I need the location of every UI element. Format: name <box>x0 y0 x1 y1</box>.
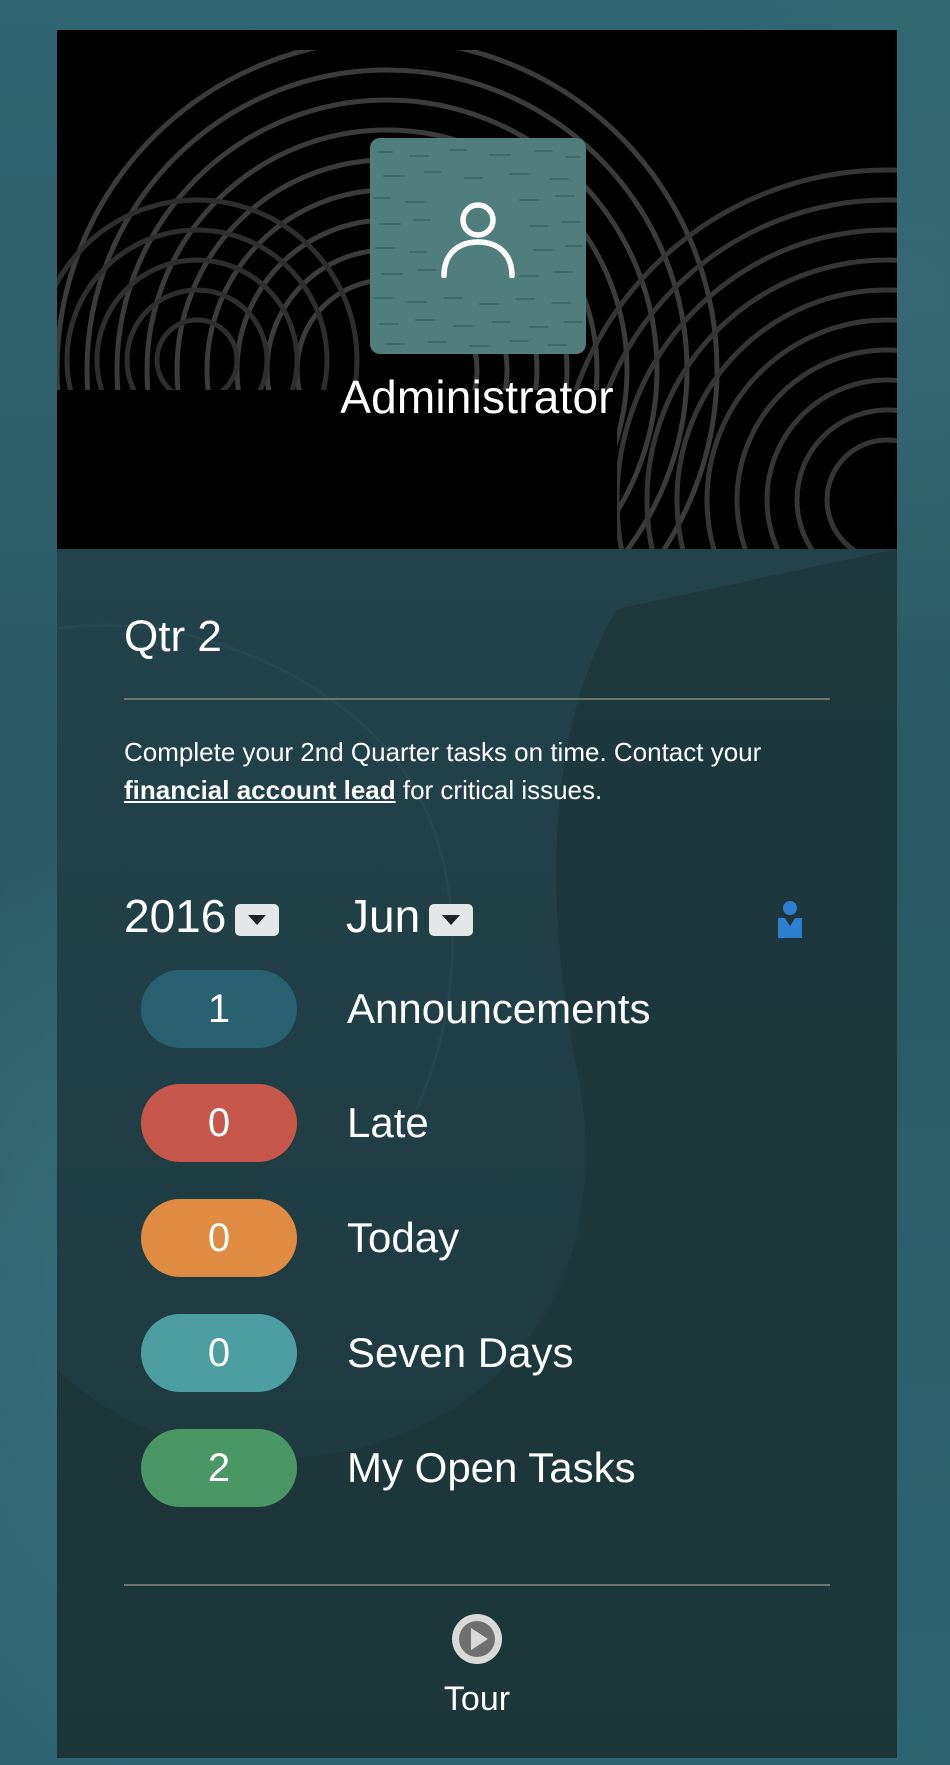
divider <box>124 698 830 700</box>
year-value: 2016 <box>124 890 227 942</box>
tour-button[interactable]: Tour <box>57 1612 897 1719</box>
financial-account-lead-link[interactable]: financial account lead <box>124 775 396 805</box>
stat-seven-days[interactable]: 0 Seven Days <box>141 1314 573 1392</box>
late-count-badge[interactable]: 0 <box>141 1084 297 1162</box>
stat-announcements[interactable]: 1 Announcements <box>141 970 651 1048</box>
seven-days-count-badge[interactable]: 0 <box>141 1314 297 1392</box>
description-text-end: for critical issues. <box>395 775 603 805</box>
stat-late[interactable]: 0 Late <box>141 1084 429 1162</box>
year-dropdown-button[interactable] <box>235 904 280 936</box>
stat-my-open-tasks[interactable]: 2 My Open Tasks <box>141 1429 636 1507</box>
seven-days-label[interactable]: Seven Days <box>347 1329 573 1377</box>
user-name: Administrator <box>340 371 614 423</box>
user-filter-icon[interactable] <box>775 900 805 938</box>
tour-label: Tour <box>443 1680 511 1718</box>
today-count-badge[interactable]: 0 <box>141 1199 297 1277</box>
month-selector[interactable]: Jun <box>346 888 474 944</box>
welcome-panel: Administrator Qtr 2 Complete your 2nd Qu… <box>57 30 897 1758</box>
profile-header: Administrator <box>57 30 897 549</box>
divider <box>124 1584 830 1586</box>
my-open-tasks-count-badge[interactable]: 2 <box>141 1429 297 1507</box>
year-selector[interactable]: 2016 <box>124 888 280 944</box>
avatar[interactable] <box>370 138 586 354</box>
period-description: Complete your 2nd Quarter tasks on time.… <box>124 733 824 809</box>
announcements-count-badge[interactable]: 1 <box>141 970 297 1048</box>
play-icon[interactable] <box>450 1612 504 1666</box>
description-text: Complete your 2nd Quarter tasks on time.… <box>124 737 762 767</box>
announcements-label[interactable]: Announcements <box>347 985 651 1033</box>
late-label[interactable]: Late <box>347 1099 429 1147</box>
person-icon <box>441 202 515 278</box>
today-label[interactable]: Today <box>347 1214 459 1262</box>
month-value: Jun <box>346 890 421 942</box>
month-dropdown-button[interactable] <box>429 904 474 936</box>
my-open-tasks-label[interactable]: My Open Tasks <box>347 1444 636 1492</box>
stat-today[interactable]: 0 Today <box>141 1199 459 1277</box>
period-title: Qtr 2 <box>124 612 222 661</box>
